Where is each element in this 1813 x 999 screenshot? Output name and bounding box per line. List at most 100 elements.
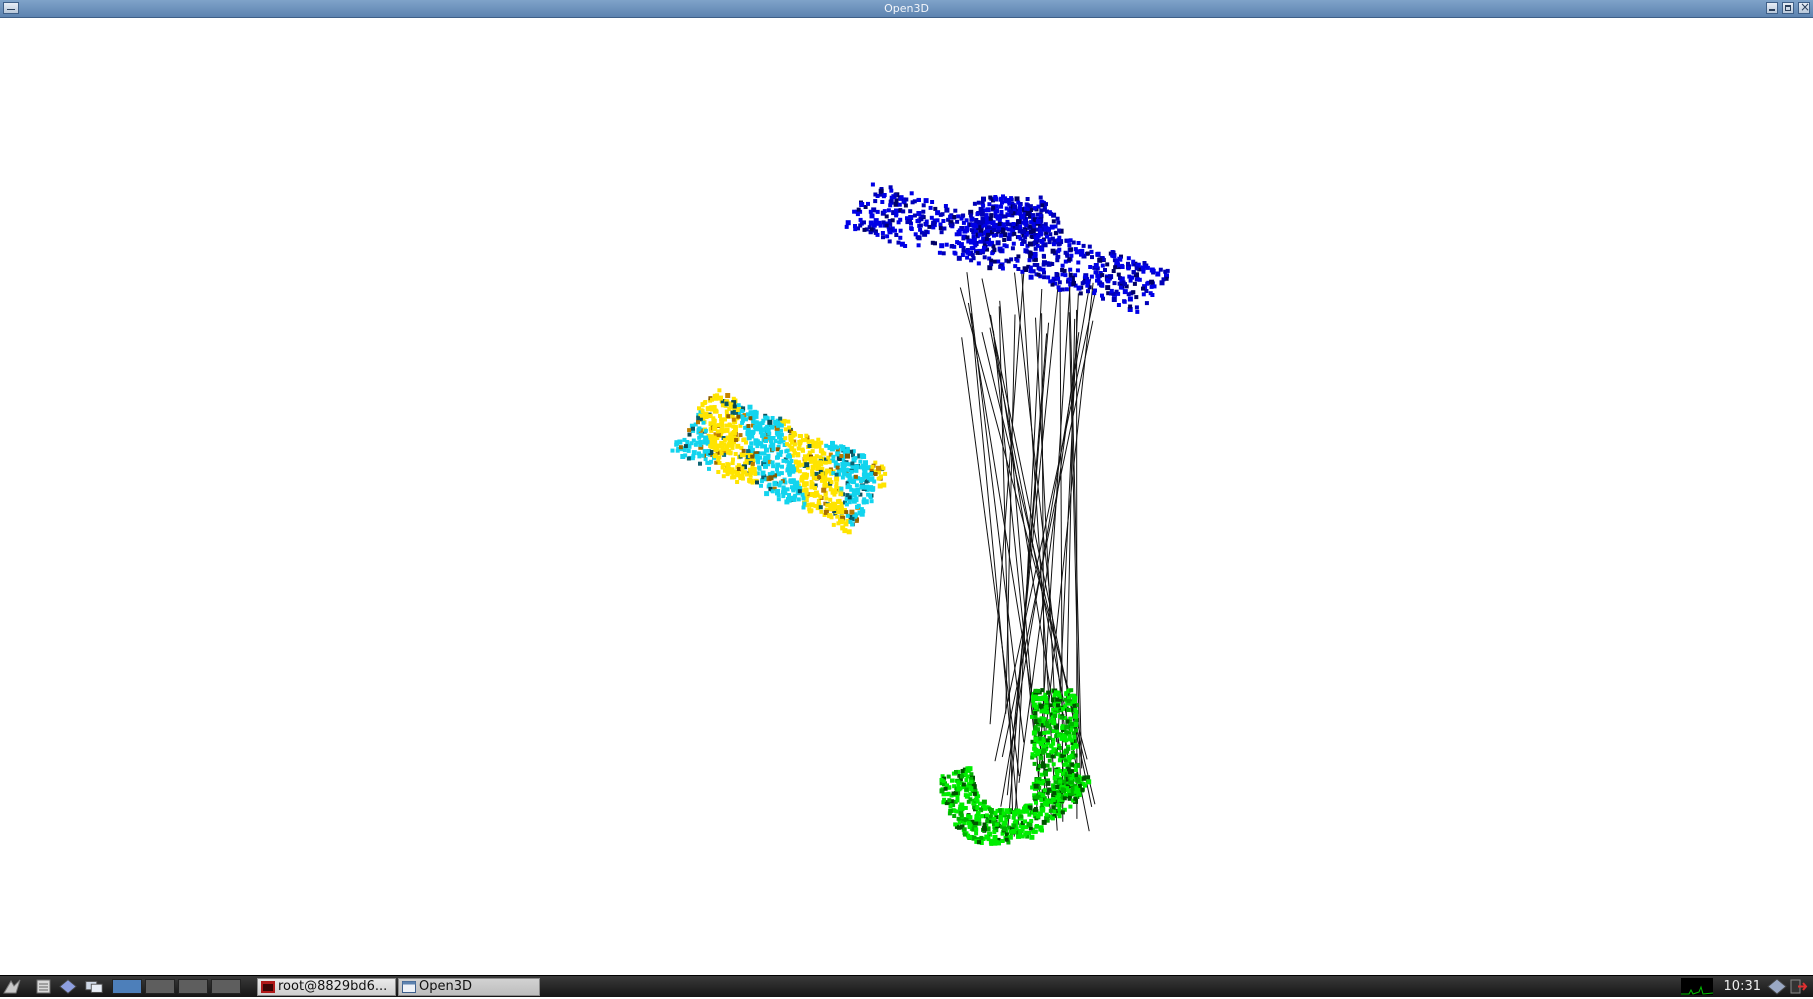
point	[801, 448, 805, 452]
point	[870, 213, 875, 218]
point	[996, 260, 1000, 264]
point	[810, 492, 815, 497]
taskbar-item-label: root@8829bd6...	[278, 979, 387, 994]
point	[854, 497, 859, 502]
point	[705, 461, 709, 465]
desktop-4-button[interactable]	[211, 979, 241, 994]
point	[1054, 225, 1058, 229]
close-button[interactable]	[1798, 2, 1810, 14]
point	[974, 827, 978, 831]
point	[968, 766, 973, 771]
point	[1069, 247, 1073, 251]
file-manager-icon[interactable]	[34, 978, 54, 995]
point	[968, 797, 972, 801]
terminal-icon	[261, 981, 275, 993]
point	[1032, 703, 1037, 708]
minimize-button[interactable]	[1766, 2, 1778, 14]
point	[1058, 780, 1062, 784]
point	[778, 417, 782, 421]
point	[1100, 294, 1104, 298]
point	[1038, 731, 1043, 736]
point	[940, 230, 944, 234]
start-menu-icon[interactable]	[2, 978, 22, 995]
taskbar-item-terminal[interactable]: root@8829bd6...	[257, 978, 396, 996]
point	[684, 444, 688, 448]
point	[954, 810, 958, 814]
point	[870, 476, 874, 480]
point	[961, 769, 965, 773]
point	[1122, 281, 1126, 285]
point	[993, 260, 997, 264]
desktop-3-button[interactable]	[178, 979, 208, 994]
point	[832, 523, 836, 527]
open3d-render-viewport[interactable]	[0, 18, 1813, 975]
point	[803, 438, 807, 442]
point	[1123, 300, 1127, 304]
point	[753, 441, 758, 446]
point	[939, 226, 943, 230]
network-diamond-icon[interactable]	[1767, 978, 1787, 995]
point	[1038, 232, 1043, 237]
point	[725, 393, 730, 398]
point	[1033, 711, 1037, 715]
point	[1073, 714, 1078, 719]
point	[1051, 742, 1055, 746]
point	[1033, 241, 1037, 245]
show-desktop-icon[interactable]	[84, 978, 104, 995]
desktop-1-button[interactable]	[112, 979, 142, 994]
point	[753, 425, 757, 429]
point	[870, 227, 874, 231]
point	[889, 189, 893, 193]
point	[798, 489, 802, 493]
point	[1039, 825, 1044, 830]
point	[1029, 275, 1034, 280]
cpu-monitor-graph[interactable]	[1681, 978, 1713, 995]
point	[1105, 285, 1110, 290]
point	[1021, 229, 1026, 234]
point	[1110, 289, 1114, 293]
point	[1026, 197, 1030, 201]
point	[811, 449, 815, 453]
point	[966, 814, 970, 818]
point	[1031, 228, 1036, 233]
desktop-2-button[interactable]	[145, 979, 175, 994]
point	[1112, 297, 1117, 302]
point	[929, 206, 933, 210]
point	[857, 504, 861, 508]
point	[974, 224, 978, 228]
point	[996, 240, 1001, 245]
point	[1053, 776, 1057, 780]
point	[879, 474, 883, 478]
point	[1068, 770, 1072, 774]
point	[1058, 280, 1062, 284]
taskbar-item-open3d[interactable]: Open3D	[398, 978, 540, 996]
point	[1039, 208, 1043, 212]
point	[881, 235, 885, 239]
point	[687, 449, 691, 453]
point	[879, 189, 884, 194]
point	[964, 793, 968, 797]
point	[759, 451, 763, 455]
point	[1024, 207, 1028, 211]
launcher-diamond-icon[interactable]	[58, 978, 78, 995]
point	[1033, 743, 1037, 747]
point	[731, 446, 735, 450]
window-titlebar[interactable]: Open3D	[0, 0, 1813, 18]
point	[1135, 305, 1139, 309]
point	[964, 778, 968, 782]
point	[771, 416, 775, 420]
logout-icon[interactable]	[1789, 978, 1809, 995]
point	[989, 262, 993, 266]
point	[1034, 801, 1038, 805]
point	[1022, 807, 1026, 811]
point	[732, 418, 736, 422]
point	[1057, 807, 1061, 811]
point	[1016, 810, 1021, 815]
point	[1066, 747, 1070, 751]
maximize-button[interactable]	[1782, 2, 1794, 14]
point	[952, 792, 956, 796]
clock[interactable]: 10:31	[1724, 978, 1761, 995]
point	[1072, 241, 1076, 245]
point	[687, 457, 691, 461]
point	[1095, 274, 1099, 278]
